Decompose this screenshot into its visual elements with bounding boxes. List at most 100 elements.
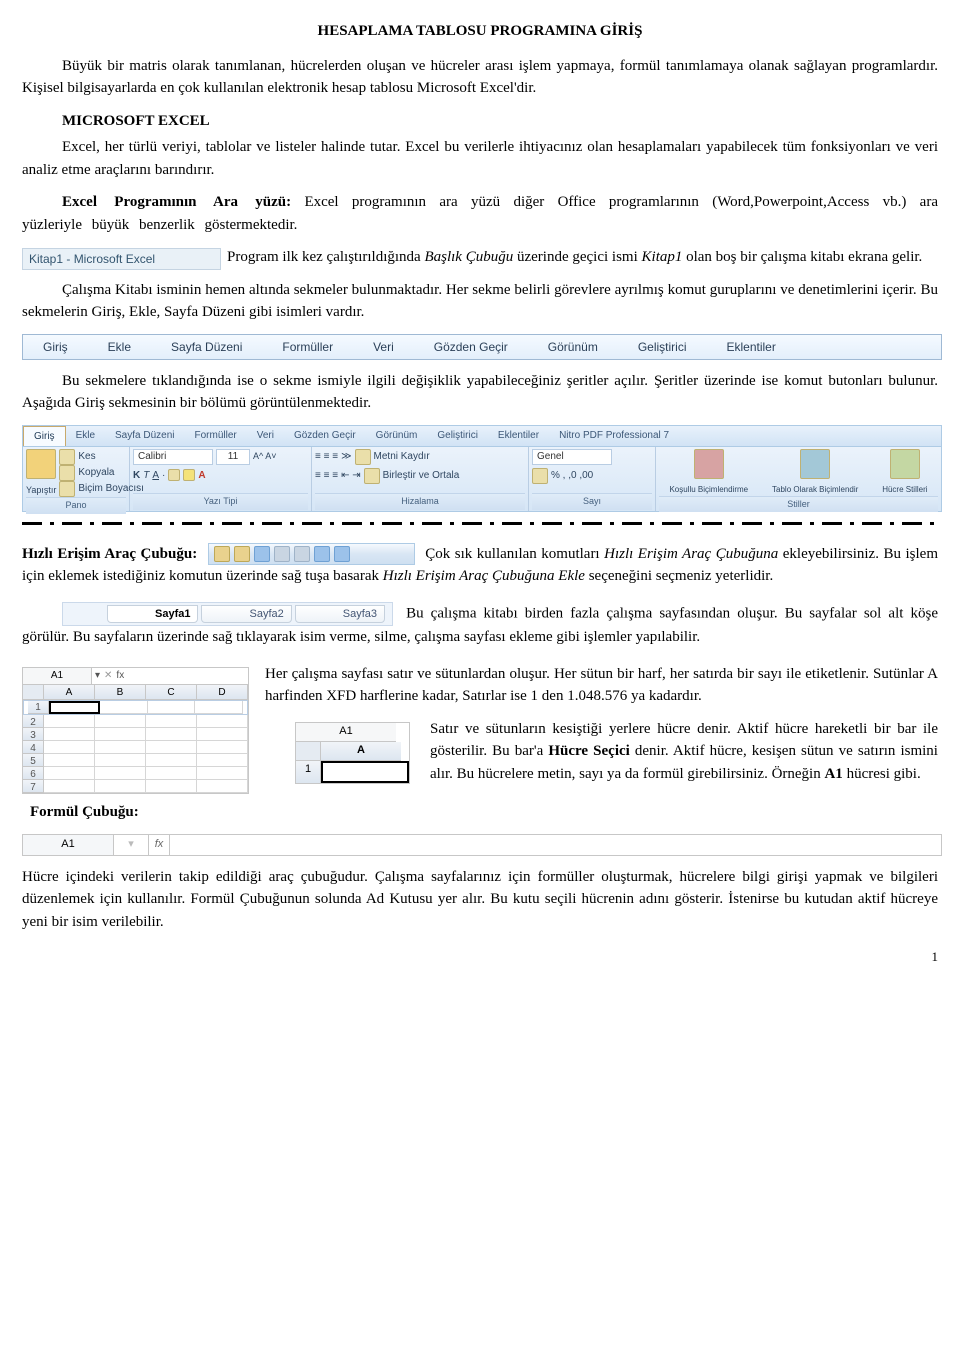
wrap-icon[interactable] — [355, 449, 371, 465]
brush-icon[interactable] — [59, 481, 75, 497]
rtab-nitro[interactable]: Nitro PDF Professional 7 — [549, 426, 679, 446]
mini-cell[interactable] — [197, 754, 248, 767]
cell-styles-icon[interactable] — [890, 449, 920, 479]
p4-baslik-cubugu: Başlık Çubuğu — [424, 249, 513, 265]
font-size-select[interactable]: 11 — [216, 449, 250, 465]
mini-col-a[interactable]: A — [44, 685, 95, 699]
tab-gorunum[interactable]: Görünüm — [528, 338, 618, 356]
mini-cell[interactable] — [197, 767, 248, 780]
mini-row-5[interactable]: 5 — [23, 754, 44, 767]
mini-cell[interactable] — [197, 741, 248, 754]
mini-cell[interactable] — [197, 728, 248, 741]
qat-italic1: Hızlı Erişim Araç Çubuğuna — [604, 546, 778, 562]
mini-cell[interactable] — [44, 715, 95, 728]
mini-cell[interactable] — [146, 728, 197, 741]
mini-col-c[interactable]: C — [146, 685, 197, 699]
border-icon[interactable] — [168, 469, 180, 481]
mini-cell[interactable] — [197, 715, 248, 728]
mini-cell[interactable] — [44, 767, 95, 780]
mini-cell[interactable] — [44, 754, 95, 767]
mini-cell[interactable] — [197, 780, 248, 793]
mini-row-4[interactable]: 4 — [23, 741, 44, 754]
mini-a1-corner[interactable] — [296, 742, 321, 761]
mini-cell[interactable] — [146, 780, 197, 793]
merge-icon[interactable] — [364, 468, 380, 484]
qat-new-icon[interactable] — [214, 546, 230, 562]
mini-row-2[interactable]: 2 — [23, 715, 44, 728]
table-format-icon[interactable] — [800, 449, 830, 479]
mini-row-6[interactable]: 6 — [23, 767, 44, 780]
formula-input[interactable] — [170, 835, 941, 855]
mini-row-3[interactable]: 3 — [23, 728, 44, 741]
mini-a1-selected[interactable] — [321, 761, 409, 783]
mini-cell[interactable] — [44, 780, 95, 793]
rtab-gozden[interactable]: Gözden Geçir — [284, 426, 366, 446]
tab-sayfa-duzeni[interactable]: Sayfa Düzeni — [151, 338, 262, 356]
mini-cell[interactable] — [195, 701, 243, 714]
tab-eklentiler[interactable]: Eklentiler — [707, 338, 796, 356]
mini-row-1[interactable]: 1 — [28, 701, 49, 714]
rtab-gelistirici[interactable]: Geliştirici — [427, 426, 488, 446]
merge-label: Birleştir ve Ortala — [383, 468, 460, 483]
rtab-giris[interactable]: Giriş — [23, 426, 66, 446]
paste-icon[interactable] — [26, 449, 56, 479]
formula-name-box[interactable]: A1 — [23, 835, 114, 855]
font-name-select[interactable]: Calibri — [133, 449, 213, 465]
tab-ekle[interactable]: Ekle — [88, 338, 151, 356]
qat-print-icon[interactable] — [274, 546, 290, 562]
rtab-veri[interactable]: Veri — [247, 426, 284, 446]
mini-cell[interactable] — [95, 754, 146, 767]
tab-formuller[interactable]: Formüller — [262, 338, 353, 356]
mini-col-d[interactable]: D — [197, 685, 248, 699]
mini-cell[interactable] — [95, 780, 146, 793]
mini-cell[interactable] — [148, 701, 196, 714]
sheet-tab-3[interactable]: Sayfa3 — [295, 605, 385, 624]
sheet-tab-1[interactable]: Sayfa1 — [107, 605, 198, 624]
qat-open-icon[interactable] — [234, 546, 250, 562]
tab-veri[interactable]: Veri — [353, 338, 414, 356]
cond-format-icon[interactable] — [694, 449, 724, 479]
mini-cell[interactable] — [95, 741, 146, 754]
rtab-eklentiler[interactable]: Eklentiler — [488, 426, 549, 446]
qat-undo-icon[interactable] — [314, 546, 330, 562]
mini-cell[interactable] — [100, 701, 148, 714]
rtab-sayfa[interactable]: Sayfa Düzeni — [105, 426, 184, 446]
cut-icon[interactable] — [59, 449, 75, 465]
paragraph-hucre: Satır ve sütunların kesiştiği yerlere hü… — [430, 718, 938, 786]
tab-gozden-gecir[interactable]: Gözden Geçir — [414, 338, 528, 356]
mini-cell[interactable] — [95, 767, 146, 780]
mini-cell[interactable] — [146, 754, 197, 767]
rtab-formuller[interactable]: Formüller — [185, 426, 247, 446]
mini-select-all[interactable] — [23, 685, 44, 699]
mini-cell[interactable] — [146, 715, 197, 728]
mini-fx-label[interactable]: fx — [116, 668, 124, 683]
mini-cell[interactable] — [146, 741, 197, 754]
mini-row-7[interactable]: 7 — [23, 780, 44, 793]
number-format-select[interactable]: Genel — [532, 449, 612, 465]
qat-preview-icon[interactable] — [294, 546, 310, 562]
mini-a1-cell: A1 A 1 — [295, 722, 410, 784]
mini-col-b[interactable]: B — [95, 685, 146, 699]
mini-cell[interactable] — [146, 767, 197, 780]
qat-redo-icon[interactable] — [334, 546, 350, 562]
tab-gelistirici[interactable]: Geliştirici — [618, 338, 707, 356]
mini-a1-row[interactable]: 1 — [296, 761, 321, 783]
currency-icon[interactable] — [532, 468, 548, 484]
mini-cell[interactable] — [44, 741, 95, 754]
fill-icon[interactable] — [183, 469, 195, 481]
rtab-gorunum[interactable]: Görünüm — [366, 426, 428, 446]
tab-giris[interactable]: Giriş — [23, 338, 88, 356]
formula-bar: A1 ▾ fx — [22, 834, 942, 856]
copy-icon[interactable] — [59, 465, 75, 481]
fx-button[interactable]: fx — [149, 835, 170, 855]
mini-cell[interactable] — [95, 728, 146, 741]
qat-save-icon[interactable] — [254, 546, 270, 562]
mini-a1-col[interactable]: A — [321, 742, 401, 761]
mini-cell[interactable] — [95, 715, 146, 728]
mini-name-box[interactable]: A1 — [23, 668, 92, 684]
mini-cell-a1[interactable] — [49, 701, 100, 714]
mini-cell[interactable] — [44, 728, 95, 741]
rtab-ekle[interactable]: Ekle — [66, 426, 105, 446]
mini-a1-namebox[interactable]: A1 — [296, 723, 396, 742]
sheet-tab-2[interactable]: Sayfa2 — [201, 605, 291, 624]
